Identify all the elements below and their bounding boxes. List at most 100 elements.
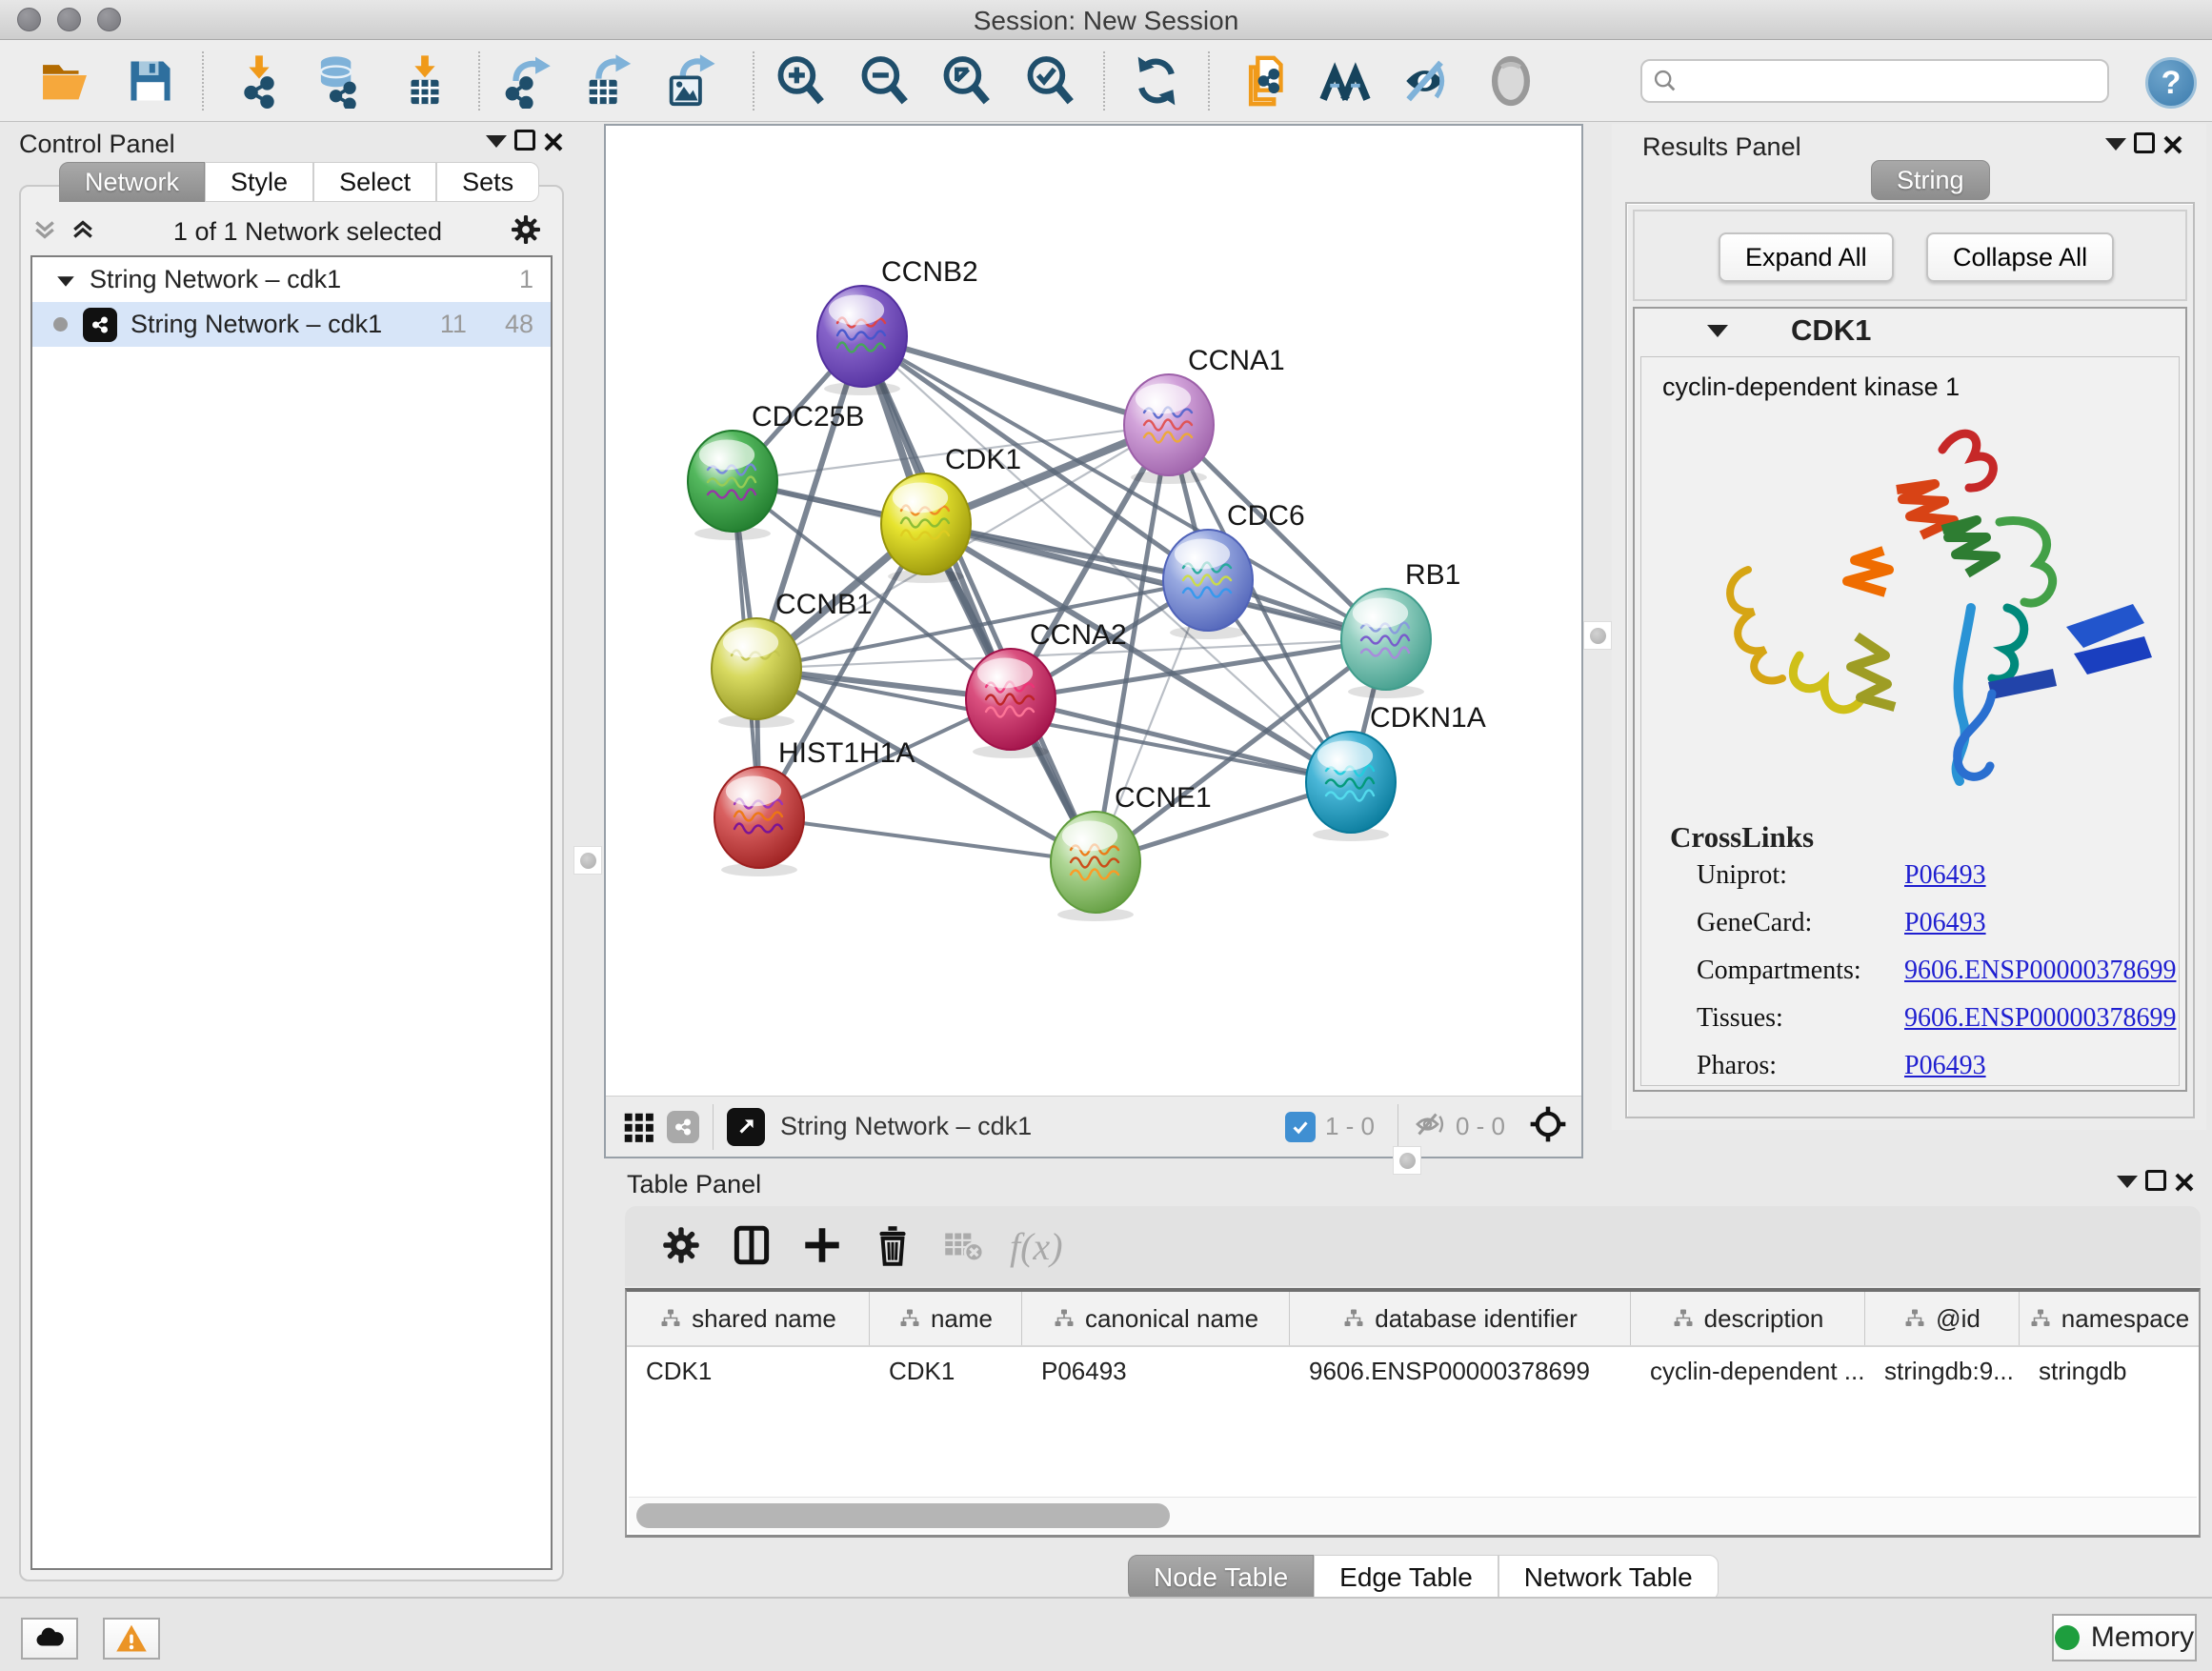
show-columns-icon[interactable] bbox=[722, 1217, 781, 1276]
left-splitter-handle[interactable] bbox=[573, 846, 602, 875]
collapse-all-networks-icon[interactable] bbox=[69, 215, 97, 249]
update-button[interactable] bbox=[1128, 53, 1185, 111]
open-session-button[interactable] bbox=[36, 53, 93, 111]
node-CCNE1[interactable]: CCNE1 bbox=[1051, 782, 1212, 921]
network-nodes[interactable]: CCNB2CCNA1CDC25BCDK1CDC6RB1CCNB1CCNA2CDK… bbox=[688, 256, 1486, 921]
import-network-database-button[interactable] bbox=[310, 53, 367, 111]
results-panel-collapse-icon[interactable] bbox=[2101, 132, 2130, 161]
memory-button[interactable]: Memory bbox=[2052, 1614, 2197, 1661]
tab-sets[interactable]: Sets bbox=[436, 162, 539, 202]
birds-eye-view-icon[interactable] bbox=[727, 1108, 765, 1146]
expand-all-networks-icon[interactable] bbox=[30, 215, 59, 249]
export-network-button[interactable] bbox=[501, 53, 558, 111]
network-canvas[interactable]: CCNB2CCNA1CDC25BCDK1CDC6RB1CCNB1CCNA2CDK… bbox=[606, 126, 1581, 1094]
right-splitter-handle[interactable] bbox=[1583, 621, 1612, 650]
warnings-button[interactable] bbox=[103, 1618, 160, 1660]
tab-network[interactable]: Network bbox=[59, 162, 205, 202]
cell-database-identifier[interactable]: 9606.ENSP00000378699 bbox=[1290, 1357, 1631, 1386]
new-network-from-selection-button[interactable] bbox=[1238, 53, 1296, 111]
crosslink-row: Uniprot: P06493 bbox=[1697, 860, 2179, 891]
collapse-all-button[interactable]: Collapse All bbox=[1926, 232, 2114, 282]
hide-selection-button[interactable] bbox=[1398, 53, 1456, 111]
column-header-description[interactable]: description bbox=[1631, 1292, 1865, 1345]
results-panel-title: Results Panel bbox=[1642, 132, 1801, 162]
memory-label: Memory bbox=[2091, 1621, 2194, 1654]
cloud-status-button[interactable] bbox=[21, 1618, 78, 1660]
node-HIST1H1A[interactable]: HIST1H1A bbox=[714, 737, 915, 876]
column-header-shared-name[interactable]: shared name bbox=[627, 1292, 870, 1345]
node-CCNA2[interactable]: CCNA2 bbox=[966, 619, 1127, 758]
crosslink-link[interactable]: 9606.ENSP00000378699 bbox=[1904, 1003, 2176, 1034]
node-CDC25B[interactable]: CDC25B bbox=[688, 401, 864, 540]
column-header-name[interactable]: name bbox=[870, 1292, 1022, 1345]
table-panel-close-icon[interactable]: ✕ bbox=[2170, 1170, 2199, 1198]
crosslink-link[interactable]: P06493 bbox=[1904, 860, 1986, 891]
network-share-icon[interactable] bbox=[667, 1111, 699, 1143]
tab-network-table[interactable]: Network Table bbox=[1498, 1555, 1719, 1601]
crosslink-link[interactable]: P06493 bbox=[1904, 1051, 1986, 1081]
cell-id[interactable]: stringdb:9... bbox=[1865, 1357, 2020, 1386]
table-settings-gear-icon[interactable] bbox=[652, 1217, 711, 1276]
network-panel-box: 1 of 1 Network selected String Network –… bbox=[19, 185, 564, 1581]
network-row-selected[interactable]: String Network – cdk1 11 48 bbox=[32, 302, 551, 347]
zoom-in-button[interactable] bbox=[772, 53, 829, 111]
collection-expand-icon[interactable] bbox=[55, 265, 76, 294]
cell-namespace[interactable]: stringdb bbox=[2020, 1357, 2199, 1386]
show-all-button[interactable] bbox=[1482, 53, 1539, 111]
crosslink-link[interactable]: P06493 bbox=[1904, 908, 1986, 938]
control-panel-close-icon[interactable]: ✕ bbox=[539, 130, 568, 158]
selected-checkbox-icon[interactable] bbox=[1285, 1112, 1316, 1142]
expand-all-button[interactable]: Expand All bbox=[1719, 232, 1894, 282]
grid-view-icon[interactable] bbox=[619, 1108, 657, 1146]
fit-content-button[interactable] bbox=[937, 53, 995, 111]
network-options-gear-icon[interactable] bbox=[509, 212, 543, 252]
tab-select[interactable]: Select bbox=[313, 162, 436, 202]
control-panel-collapse-icon[interactable] bbox=[482, 130, 511, 158]
export-image-button[interactable] bbox=[661, 53, 718, 111]
pan-crosshair-icon[interactable] bbox=[1528, 1104, 1568, 1149]
node-RB1[interactable]: RB1 bbox=[1341, 559, 1460, 698]
first-neighbors-button[interactable] bbox=[1317, 53, 1374, 111]
scrollbar-thumb[interactable] bbox=[636, 1503, 1170, 1528]
table-panel-collapse-icon[interactable] bbox=[2113, 1170, 2142, 1198]
delete-table-icon[interactable] bbox=[934, 1217, 993, 1276]
save-session-button[interactable] bbox=[122, 53, 179, 111]
tab-string[interactable]: String bbox=[1871, 160, 1990, 200]
node-CDKN1A[interactable]: CDKN1A bbox=[1306, 702, 1486, 841]
column-header-database-identifier[interactable]: database identifier bbox=[1290, 1292, 1631, 1345]
results-panel-float-icon[interactable] bbox=[2130, 132, 2159, 161]
help-button[interactable]: ? bbox=[2145, 57, 2197, 109]
table-panel-float-icon[interactable] bbox=[2142, 1170, 2170, 1198]
export-table-button[interactable] bbox=[579, 53, 636, 111]
crosslink-link[interactable]: 9606.ENSP00000378699 bbox=[1904, 956, 2176, 986]
zoom-out-button[interactable] bbox=[855, 53, 913, 111]
crosslink-row: Pharos: P06493 bbox=[1697, 1051, 2179, 1081]
column-header-namespace[interactable]: namespace bbox=[2020, 1292, 2199, 1345]
cell-shared-name[interactable]: CDK1 bbox=[627, 1357, 870, 1386]
delete-column-trash-icon[interactable] bbox=[863, 1217, 922, 1276]
table-header-row: shared name name canonical name database… bbox=[627, 1292, 2199, 1347]
edge-CCNB2-CCNA1 bbox=[862, 336, 1169, 425]
cell-canonical-name[interactable]: P06493 bbox=[1022, 1357, 1290, 1386]
import-table-button[interactable] bbox=[396, 53, 453, 111]
zoom-selected-button[interactable] bbox=[1021, 53, 1078, 111]
create-column-plus-icon[interactable] bbox=[793, 1217, 852, 1276]
edge-HIST1H1A-CCNE1 bbox=[759, 817, 1096, 862]
table-horizontal-scrollbar[interactable] bbox=[629, 1497, 2197, 1533]
network-collection-row[interactable]: String Network – cdk1 1 bbox=[32, 257, 551, 302]
cell-description[interactable]: cyclin-dependent ... bbox=[1631, 1357, 1865, 1386]
search-input[interactable] bbox=[1686, 67, 2098, 96]
control-panel-float-icon[interactable] bbox=[511, 130, 539, 158]
tab-node-table[interactable]: Node Table bbox=[1128, 1555, 1314, 1601]
results-panel-close-icon[interactable]: ✕ bbox=[2159, 132, 2187, 161]
node-CCNB2[interactable]: CCNB2 bbox=[817, 256, 978, 395]
gene-collapse-icon[interactable] bbox=[1707, 325, 1728, 337]
tab-edge-table[interactable]: Edge Table bbox=[1314, 1555, 1498, 1601]
table-row[interactable]: CDK1 CDK1 P06493 9606.ENSP00000378699 cy… bbox=[627, 1347, 2199, 1395]
cell-name[interactable]: CDK1 bbox=[870, 1357, 1022, 1386]
column-header-id[interactable]: @id bbox=[1865, 1292, 2020, 1345]
import-network-file-button[interactable] bbox=[231, 53, 288, 111]
tab-style[interactable]: Style bbox=[205, 162, 313, 202]
column-header-canonical-name[interactable]: canonical name bbox=[1022, 1292, 1290, 1345]
gene-section-header[interactable]: CDK1 bbox=[1635, 309, 2185, 352]
